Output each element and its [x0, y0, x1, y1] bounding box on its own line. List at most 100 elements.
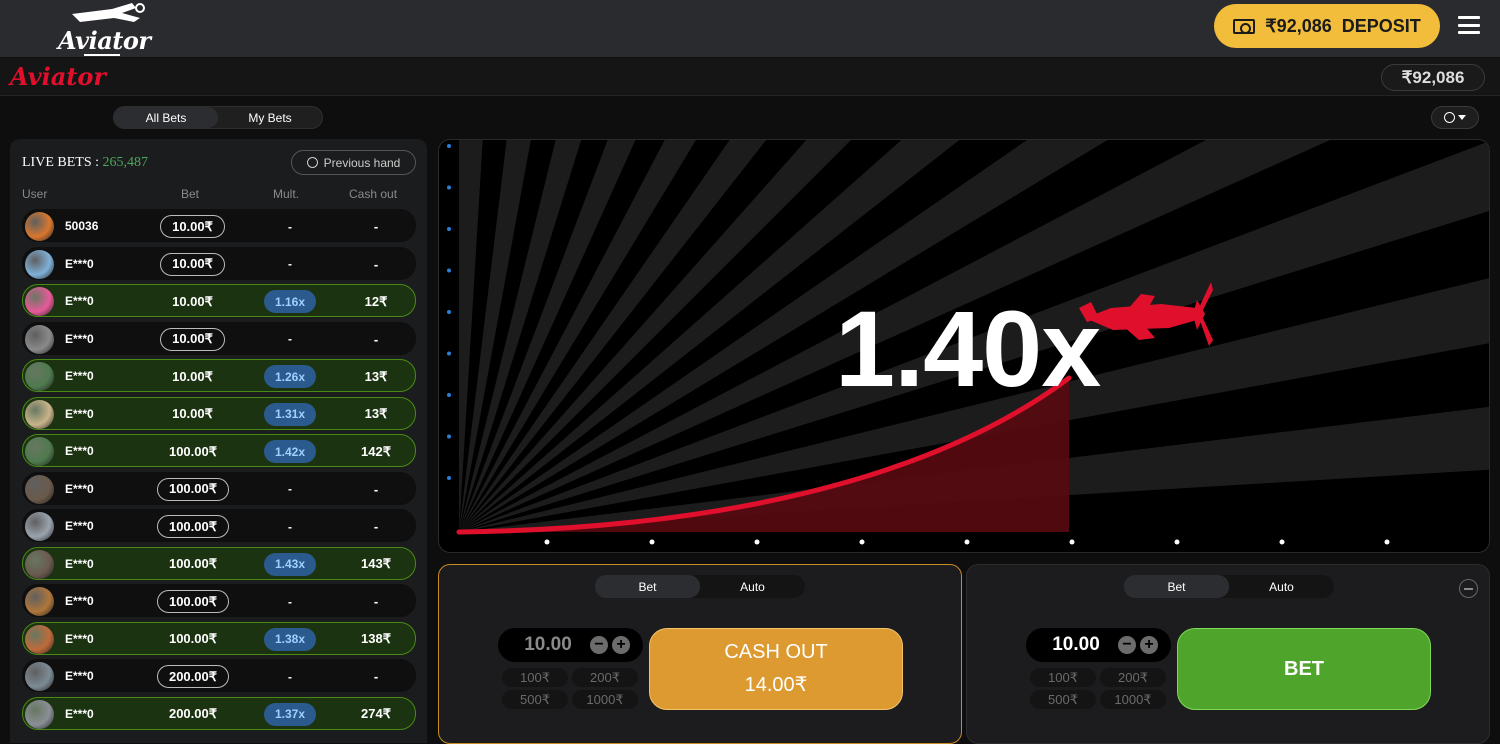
tab-auto[interactable]: Auto [700, 575, 805, 598]
x-axis-dot [544, 539, 550, 545]
bets-tabs: All Bets My Bets [113, 106, 323, 129]
quick-amount-500[interactable]: 500₹ [502, 690, 568, 709]
bet-panel-1-tabs: Bet Auto [595, 575, 805, 598]
x-axis-dot [649, 539, 655, 545]
bet-row-multiplier: - [288, 219, 292, 234]
y-axis-dot [447, 434, 451, 439]
bet-row-multiplier: 1.42x [264, 440, 316, 463]
stake-stepper[interactable]: 10.00 − + [1026, 628, 1171, 662]
bet-row-amount: 100.00₹ [168, 443, 218, 459]
y-axis-dot [447, 227, 451, 231]
plus-icon[interactable]: + [1140, 636, 1158, 654]
live-bets-separator: : [91, 155, 103, 170]
bet-panel-2: Bet Auto 10.00 − + 100₹ 200₹ 500₹ 1000₹ … [966, 564, 1490, 744]
x-axis-dot [754, 539, 760, 545]
bet-row-cashout: - [373, 669, 379, 684]
avatar [25, 624, 54, 654]
current-multiplier: 1.40x [835, 288, 1101, 409]
minus-icon[interactable]: − [1118, 636, 1136, 654]
column-mult: Mult. [273, 187, 300, 201]
y-axis-dot [447, 310, 451, 314]
x-axis-dot [1384, 539, 1390, 545]
stake-value[interactable]: 10.00 [498, 628, 598, 662]
bet-row: E***0 10.00₹ - - [22, 246, 416, 280]
minus-icon[interactable]: − [590, 636, 608, 654]
hamburger-menu-icon[interactable] [1458, 16, 1480, 34]
game-canvas: 1.40x [438, 139, 1490, 553]
y-axis-dot [447, 393, 451, 397]
avatar [25, 399, 54, 429]
game-logo: Aviator [10, 62, 106, 91]
bet-row: E***0 100.00₹ 1.42x 142₹ [22, 434, 416, 467]
bet-row-cashout: - [373, 219, 379, 234]
y-axis-dot [447, 476, 451, 480]
bet-row-amount: 200.00₹ [168, 706, 218, 721]
stake-value[interactable]: 10.00 [1026, 628, 1126, 662]
live-bets-title: LIVE BETS : 265,487 [22, 155, 148, 171]
bet-row-cashout: - [373, 594, 379, 609]
avatar [25, 699, 54, 729]
live-bets-list: 50036 10.00₹ - - E***0 10.00₹ - - E***0 10.00₹ 1.1… [22, 209, 416, 734]
avatar [25, 662, 54, 691]
bet-row-multiplier: 1.37x [264, 702, 316, 726]
bet-row-user: E***0 [65, 669, 94, 683]
chevron-down-icon [1458, 115, 1466, 120]
deposit-button[interactable]: ₹92,086 DEPOSIT [1214, 4, 1440, 48]
bet-row-user: E***0 [65, 631, 94, 646]
quick-amount-1000[interactable]: 1000₹ [572, 690, 638, 709]
game-header: Aviator ₹92,086 [0, 58, 1500, 96]
bet-row-cashout: - [373, 519, 379, 534]
avatar [25, 324, 54, 354]
bet-row-amount: 10.00₹ [160, 215, 225, 238]
bet-row: E***0 10.00₹ - - [22, 321, 416, 355]
bet-row-multiplier: - [288, 257, 292, 271]
round-history-button[interactable] [1431, 106, 1479, 129]
bet-row-amount: 10.00₹ [160, 327, 225, 351]
quick-amount-100[interactable]: 100₹ [1030, 668, 1096, 687]
tab-bet[interactable]: Bet [1124, 575, 1229, 598]
bet-row-amount: 100.00₹ [157, 590, 229, 613]
tab-auto[interactable]: Auto [1229, 575, 1334, 598]
avatar [25, 249, 54, 279]
bet-row-multiplier: 1.31x [264, 402, 316, 426]
live-bets-panel: LIVE BETS : 265,487 Previous hand User B… [10, 139, 427, 743]
avatar [25, 287, 54, 316]
cash-out-button[interactable]: CASH OUT 14.00₹ [649, 628, 903, 710]
avatar [25, 212, 54, 241]
header-logo[interactable]: Aviator [56, 0, 156, 58]
tab-all-bets[interactable]: All Bets [114, 107, 218, 128]
quick-amount-100[interactable]: 100₹ [502, 668, 568, 687]
bet-row-user: E***0 [65, 406, 94, 421]
quick-amount-500[interactable]: 500₹ [1030, 690, 1096, 709]
top-bar: Aviator ₹92,086 DEPOSIT [0, 0, 1500, 58]
bet-row: E***0 10.00₹ 1.31x 13₹ [22, 396, 416, 430]
avatar [25, 587, 54, 616]
bet-button[interactable]: BET [1177, 628, 1431, 710]
stake-stepper[interactable]: 10.00 − + [498, 628, 643, 662]
tab-my-bets[interactable]: My Bets [218, 107, 322, 128]
bet-row-user: E***0 [65, 444, 94, 458]
bet-row-cashout: 138₹ [361, 631, 391, 646]
quick-amount-200[interactable]: 200₹ [572, 668, 638, 687]
bet-row-cashout: - [373, 331, 379, 347]
bet-panel-1: Bet Auto 10.00 − + 100₹ 200₹ 500₹ 1000₹ … [438, 564, 962, 744]
quick-amount-1000[interactable]: 1000₹ [1100, 690, 1166, 709]
bet-row-user: E***0 [65, 519, 94, 533]
bet-row: E***0 100.00₹ - - [22, 471, 416, 505]
deposit-label: DEPOSIT [1341, 15, 1421, 36]
bet-row: E***0 100.00₹ - - [22, 509, 416, 542]
bet-button-label: BET [1284, 657, 1324, 680]
bet-row-amount: 200.00₹ [157, 665, 229, 688]
previous-hand-button[interactable]: Previous hand [291, 150, 416, 175]
bet-row-user: E***0 [65, 294, 94, 308]
plus-icon[interactable]: + [612, 636, 630, 654]
bet-row: E***0 100.00₹ - - [22, 584, 416, 617]
bet-row-cashout: - [373, 481, 379, 497]
remove-panel-icon[interactable] [1459, 579, 1478, 598]
bet-row: E***0 200.00₹ 1.37x 274₹ [22, 696, 416, 730]
bet-row-amount: 100.00₹ [168, 556, 218, 571]
live-bets-count: 265,487 [102, 155, 149, 170]
bet-row-amount: 100.00₹ [168, 631, 218, 646]
tab-bet[interactable]: Bet [595, 575, 700, 598]
quick-amount-200[interactable]: 200₹ [1100, 668, 1166, 687]
